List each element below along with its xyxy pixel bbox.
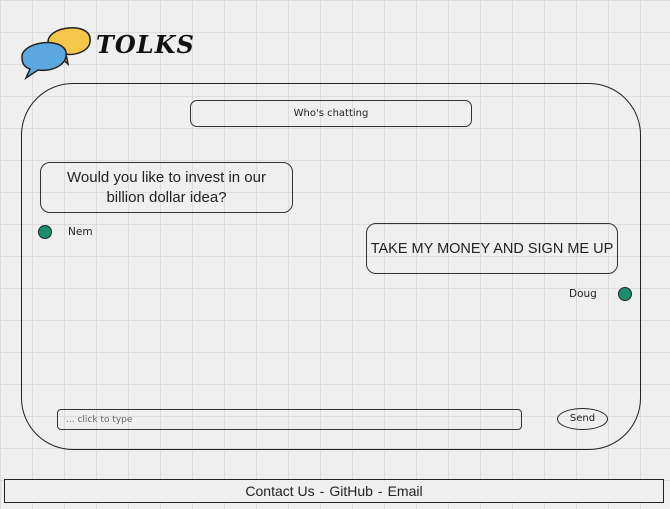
sender-name-doug: Doug xyxy=(569,288,597,300)
app-title: TOLKS xyxy=(96,30,195,59)
github-link[interactable]: GitHub xyxy=(329,483,373,499)
footer-separator: - xyxy=(377,483,383,499)
contact-us-link[interactable]: Contact Us xyxy=(245,483,314,499)
send-button[interactable]: Send xyxy=(557,408,608,430)
avatar-doug xyxy=(618,287,632,301)
message-bubble-nem: Would you like to invest in our billion … xyxy=(40,162,293,213)
footer-separator: - xyxy=(319,483,325,499)
message-bubble-doug: TAKE MY MONEY AND SIGN ME UP xyxy=(366,223,618,274)
email-link[interactable]: Email xyxy=(388,483,423,499)
avatar-nem xyxy=(38,225,52,239)
chat-header[interactable]: Who's chatting xyxy=(190,100,472,127)
message-input[interactable] xyxy=(57,409,522,430)
sender-name-nem: Nem xyxy=(68,226,93,238)
footer: Contact Us - GitHub - Email xyxy=(4,479,664,503)
